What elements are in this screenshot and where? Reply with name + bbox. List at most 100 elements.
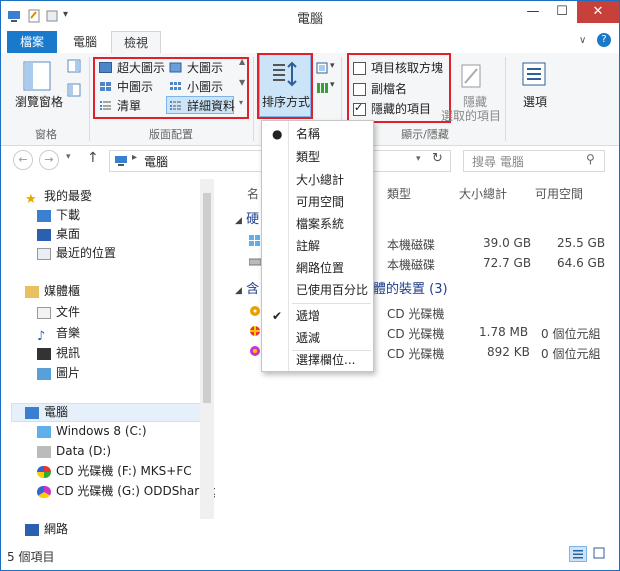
nav-favorites[interactable]: ★ 我的最愛 xyxy=(25,187,92,207)
device-total-size: 1.78 MB xyxy=(479,325,529,339)
group-by-icon[interactable] xyxy=(316,62,330,76)
drive-total-size: 39.0 GB xyxy=(483,236,532,250)
device-type: CD 光碟機 xyxy=(387,327,445,341)
recent-places-icon xyxy=(37,247,51,260)
tab-view[interactable]: 檢視 xyxy=(111,31,161,54)
documents-icon xyxy=(37,306,51,319)
ribbon-separator xyxy=(253,57,254,141)
title-bar: ▾ 電腦 — ☐ ✕ xyxy=(1,1,619,31)
nav-pane-scroll-thumb[interactable] xyxy=(203,193,211,403)
device-free-space: 0 個位元組 xyxy=(541,327,601,341)
options-button[interactable]: 選項 xyxy=(523,93,547,110)
highlight-box-sort xyxy=(257,53,313,119)
group-header-removable[interactable]: ◢ 含 xyxy=(235,278,259,297)
tab-file[interactable]: 檔案 xyxy=(7,31,57,53)
selected-bullet-icon: ● xyxy=(272,127,283,141)
nav-item-documents[interactable]: 文件 xyxy=(37,303,80,321)
recent-locations-icon[interactable]: ▾ xyxy=(66,152,71,162)
nav-item-videos[interactable]: 視訊 xyxy=(37,344,80,362)
help-icon[interactable]: ? xyxy=(597,33,611,47)
star-icon: ★ xyxy=(25,191,37,207)
breadcrumb-chevron-icon[interactable]: ▸ xyxy=(132,152,137,163)
search-input[interactable]: 搜尋 電腦 xyxy=(472,153,524,170)
sort-option-name[interactable]: ● 名稱 xyxy=(262,123,373,145)
ribbon-separator xyxy=(505,57,506,141)
column-header-name[interactable]: 名 xyxy=(247,185,259,202)
group-header-drives[interactable]: ◢ 硬 xyxy=(235,208,259,227)
sort-order-descending[interactable]: 遞減 xyxy=(262,327,373,349)
preview-pane-icon[interactable] xyxy=(67,59,81,73)
group-by-dropdown-icon[interactable]: ▾ xyxy=(330,61,335,71)
device-type: CD 光碟機 xyxy=(387,347,445,361)
address-path[interactable]: 電腦 xyxy=(144,153,168,170)
add-columns-icon[interactable] xyxy=(316,81,330,95)
highlight-box-layout xyxy=(93,57,249,119)
sort-option-free-space[interactable]: 可用空間 xyxy=(262,191,373,213)
up-arrow-icon[interactable]: ↑ xyxy=(87,150,99,166)
downloads-icon xyxy=(37,209,51,222)
nav-item-desktop[interactable]: 桌面 xyxy=(37,225,80,243)
drive-type: 本機磁碟 xyxy=(387,238,436,252)
forward-arrow-icon[interactable]: → xyxy=(39,150,59,170)
minimize-button[interactable]: — xyxy=(519,1,547,23)
nav-item-music[interactable]: ♪ 音樂 xyxy=(37,324,80,344)
cd-drive-icon xyxy=(37,465,51,478)
status-item-count: 5 個項目 xyxy=(7,550,55,564)
nav-item-drive-d[interactable]: Data (D:) xyxy=(37,442,111,460)
tab-computer[interactable]: 電腦 xyxy=(61,31,109,53)
options-icon[interactable] xyxy=(521,61,547,87)
collapse-ribbon-icon[interactable]: ∨ xyxy=(579,35,586,46)
nav-network[interactable]: 網路 xyxy=(25,520,68,538)
navigation-pane-button[interactable]: 瀏覽窗格 xyxy=(15,93,63,110)
nav-item-drive-f[interactable]: CD 光碟機 (F:) MKS+FC xyxy=(37,462,192,480)
music-icon: ♪ xyxy=(37,328,46,344)
pictures-icon xyxy=(37,367,51,380)
sort-option-network-location[interactable]: 網路位置 xyxy=(262,257,373,279)
sort-order-ascending[interactable]: ✔ 遞增 xyxy=(262,305,373,327)
hard-drive-icon xyxy=(249,258,261,266)
back-arrow-icon[interactable]: ← xyxy=(13,150,33,170)
drive-total-size: 72.7 GB xyxy=(483,256,532,270)
drive-free-space: 64.6 GB xyxy=(557,256,606,270)
sort-option-total-size[interactable]: 大小總計 xyxy=(262,169,373,191)
add-columns-dropdown-icon[interactable]: ▾ xyxy=(330,80,335,90)
libraries-icon xyxy=(25,285,39,298)
refresh-icon[interactable]: ↻ xyxy=(432,151,443,166)
column-header-type[interactable]: 類型 xyxy=(387,185,411,202)
sort-option-file-system[interactable]: 檔案系統 xyxy=(262,213,373,235)
nav-computer[interactable]: 電腦 xyxy=(25,403,68,421)
sort-option-percent-full[interactable]: 已使用百分比 xyxy=(262,279,373,301)
nav-item-recent[interactable]: 最近的位置 xyxy=(37,244,116,262)
choose-columns-item[interactable]: 選擇欄位... xyxy=(262,349,373,371)
nav-libraries[interactable]: 媒體櫃 xyxy=(25,282,80,300)
details-view-button[interactable] xyxy=(569,546,587,562)
sort-option-comments[interactable]: 註解 xyxy=(262,235,373,257)
maximize-button[interactable]: ☐ xyxy=(549,1,575,23)
sort-option-type[interactable]: 類型 xyxy=(262,146,373,168)
hard-drive-icon xyxy=(37,445,51,458)
search-icon[interactable]: ⚲ xyxy=(586,152,595,166)
nav-item-drive-g[interactable]: CD 光碟機 (G:) ODDSharing xyxy=(37,482,218,500)
large-icons-view-button[interactable] xyxy=(591,546,609,562)
drive-type: 本機磁碟 xyxy=(387,258,436,272)
column-header-free-space[interactable]: 可用空間 xyxy=(535,185,583,202)
group-label-show-hide: 顯示/隱藏 xyxy=(401,128,449,141)
ribbon-tab-bar: 檔案 電腦 檢視 ∨ ? xyxy=(1,31,619,54)
nav-item-drive-c[interactable]: Windows 8 (C:) xyxy=(37,422,147,440)
column-header-total-size[interactable]: 大小總計 xyxy=(459,185,507,202)
device-total-size: 892 KB xyxy=(487,345,530,359)
group-label-panes: 窗格 xyxy=(35,128,57,141)
address-dropdown-icon[interactable]: ▾ xyxy=(416,154,421,164)
nav-item-downloads[interactable]: 下載 xyxy=(37,206,80,224)
windows-drive-icon xyxy=(249,235,260,246)
search-box[interactable]: 搜尋 電腦 ⚲ xyxy=(463,150,605,172)
nav-item-pictures[interactable]: 圖片 xyxy=(37,364,80,382)
navigation-pane-icon[interactable] xyxy=(23,61,51,91)
hide-selected-items-icon[interactable] xyxy=(459,63,485,89)
nav-pane-scrollbar[interactable] xyxy=(200,179,214,519)
close-button[interactable]: ✕ xyxy=(577,1,619,23)
computer-icon xyxy=(115,156,127,166)
details-pane-icon[interactable] xyxy=(67,83,81,97)
hide-selected-label-2[interactable]: 選取的項目 xyxy=(441,107,501,124)
group-header-removable-count: 體的裝置 (3) xyxy=(373,282,448,297)
